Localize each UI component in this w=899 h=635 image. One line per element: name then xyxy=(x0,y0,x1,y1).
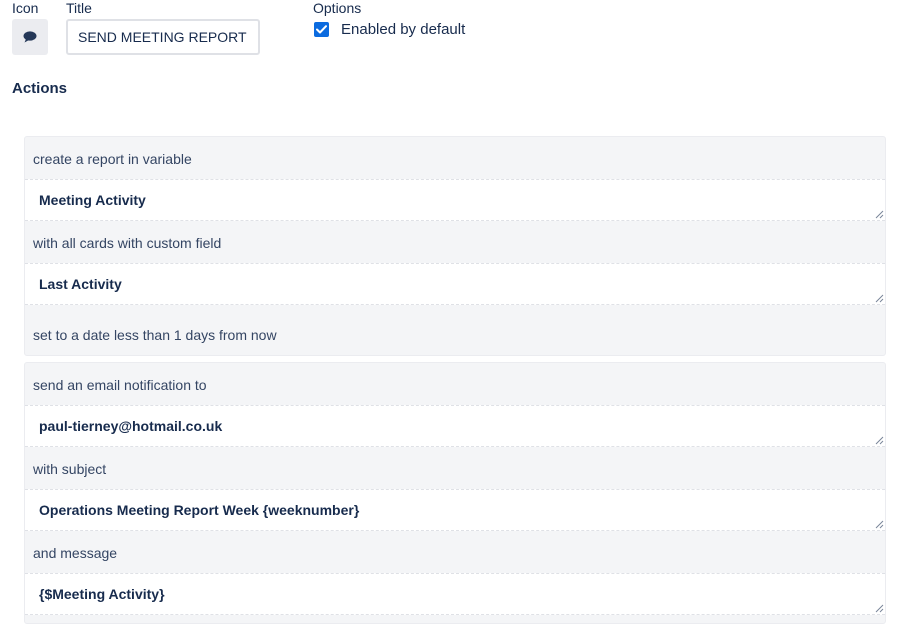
enabled-by-default-option[interactable]: Enabled by default xyxy=(313,19,465,39)
enabled-by-default-label[interactable]: Enabled by default xyxy=(341,21,465,38)
options-label: Options xyxy=(313,0,362,16)
resize-grip-icon xyxy=(875,520,884,529)
title-input[interactable] xyxy=(66,19,260,55)
custom-field-name-field[interactable]: Last Activity xyxy=(25,263,885,305)
action-text: with subject xyxy=(33,461,107,477)
action-text: set to a date less than 1 days from now xyxy=(33,327,277,343)
email-recipient-value: paul-tierney@hotmail.co.uk xyxy=(39,418,223,434)
resize-grip-icon xyxy=(875,210,884,219)
checkmark-icon xyxy=(316,24,327,33)
email-subject-field[interactable]: Operations Meeting Report Week {weeknumb… xyxy=(25,489,885,531)
email-message-value: {$Meeting Activity} xyxy=(39,586,165,602)
email-recipient-field[interactable]: paul-tierney@hotmail.co.uk xyxy=(25,405,885,447)
action-text: create a report in variable xyxy=(33,151,192,167)
title-label: Title xyxy=(66,0,92,16)
email-message-field[interactable]: {$Meeting Activity} xyxy=(25,573,885,615)
report-variable-value: Meeting Activity xyxy=(39,192,146,208)
actions-heading: Actions xyxy=(12,80,68,97)
report-variable-field[interactable]: Meeting Activity xyxy=(25,179,885,221)
action-card-send-email: send an email notification to paul-tiern… xyxy=(24,362,886,624)
resize-grip-icon xyxy=(875,604,884,613)
email-subject-value: Operations Meeting Report Week {weeknumb… xyxy=(39,502,360,518)
action-text: and message xyxy=(33,545,118,561)
icon-label: Icon xyxy=(12,0,39,16)
action-text: send an email notification to xyxy=(33,377,207,393)
resize-grip-icon xyxy=(875,436,884,445)
enabled-by-default-checkbox[interactable] xyxy=(314,21,329,37)
custom-field-name-value: Last Activity xyxy=(39,276,122,292)
rule-editor: Icon Title Options Enabled by default Ac… xyxy=(0,0,899,635)
speech-bubble-icon xyxy=(23,31,37,43)
action-text: with all cards with custom field xyxy=(33,235,222,251)
icon-picker-button[interactable] xyxy=(12,19,48,55)
resize-grip-icon xyxy=(875,294,884,303)
action-card-create-report: create a report in variable Meeting Acti… xyxy=(24,136,886,356)
